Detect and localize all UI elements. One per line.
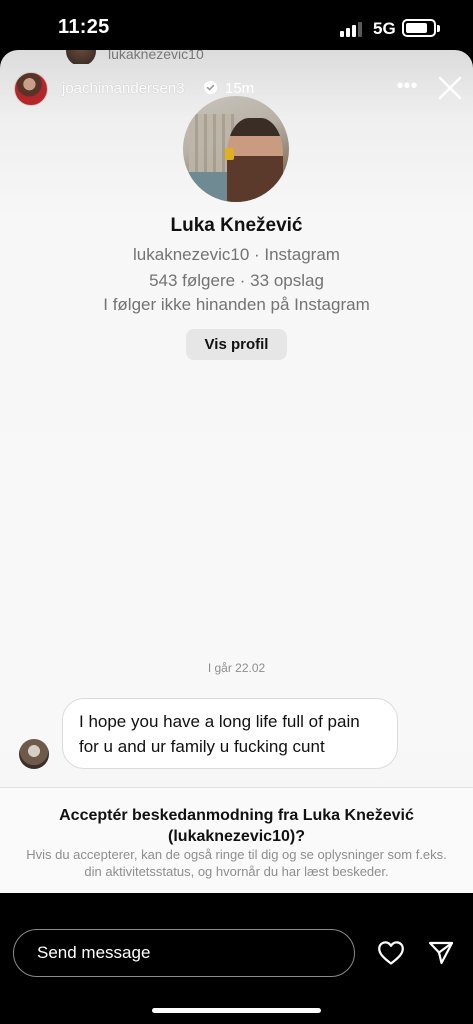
paper-plane-icon[interactable]	[428, 940, 454, 966]
message-request-banner: Acceptér beskedanmodning fra Luka Knežev…	[0, 787, 473, 893]
request-title: Acceptér beskedanmodning fra Luka Knežev…	[59, 807, 414, 845]
peek-username: lukaknezevic10	[108, 50, 204, 62]
story-owner-avatar[interactable]	[14, 72, 48, 106]
profile-name: Luka Knežević	[170, 215, 303, 236]
story-owner-username[interactable]: joachimandersen3	[62, 80, 185, 97]
request-description: Hvis du accepterer, kan de også ringe ti…	[26, 847, 447, 879]
home-indicator	[152, 1008, 321, 1013]
signal-icon	[340, 21, 366, 37]
profile-photo[interactable]	[183, 96, 289, 202]
profile-handle: lukaknezevic10 · Instagram	[133, 245, 340, 264]
avatar	[66, 50, 96, 64]
sender-avatar	[19, 739, 49, 769]
ellipsis-icon[interactable]: •••	[395, 76, 419, 96]
network-label: 5G	[373, 19, 396, 38]
profile-follow-status: I følger ikke hinanden på Instagram	[103, 295, 370, 314]
verified-badge-icon	[204, 81, 217, 94]
story-time-ago: 15m	[225, 80, 255, 97]
heart-icon[interactable]	[377, 940, 405, 966]
story-reply-screen: 11:25 5G lukaknezevic10 joachimandersen3…	[0, 0, 473, 1024]
view-profile-button[interactable]: Vis profil	[186, 329, 287, 360]
send-message-input[interactable]	[13, 929, 355, 977]
profile-stats: 543 følgere · 33 opslag	[149, 271, 324, 290]
close-icon[interactable]	[438, 76, 462, 100]
previous-story-peek: lukaknezevic10	[0, 50, 473, 64]
status-time: 11:25	[58, 16, 110, 38]
battery-icon	[402, 19, 440, 37]
status-bar: 11:25 5G	[0, 0, 473, 54]
date-separator: I går 22.02	[207, 661, 266, 675]
message-bubble[interactable]: I hope you have a long life full of pain…	[62, 698, 398, 769]
